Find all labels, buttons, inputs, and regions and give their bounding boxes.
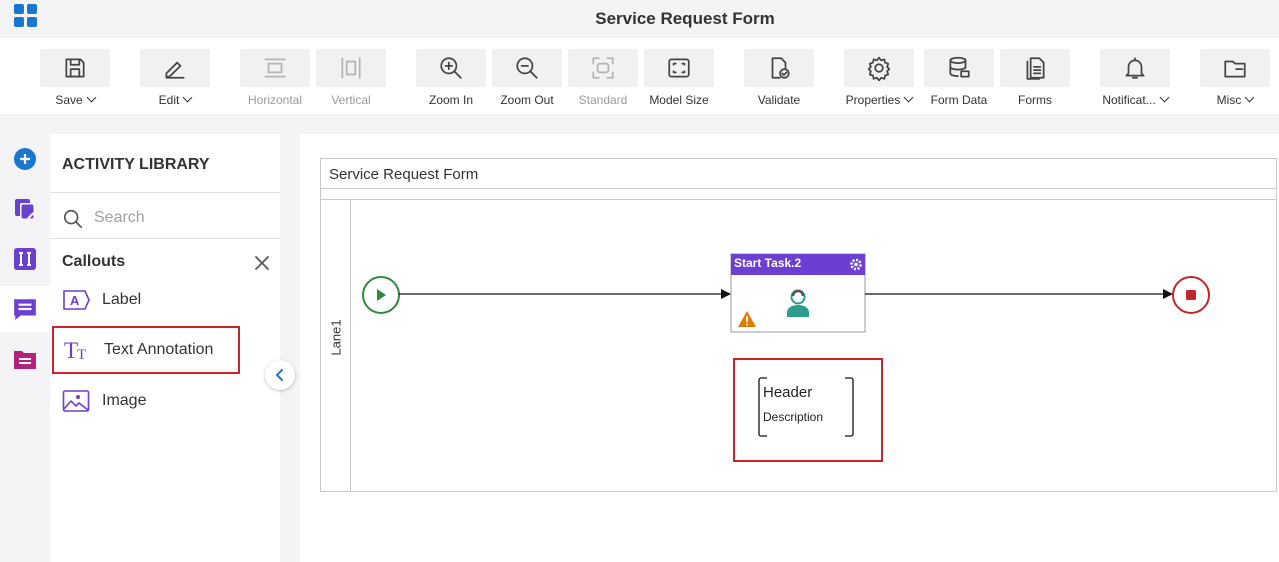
vertical-button[interactable]: Vertical <box>316 49 386 111</box>
library-title: ACTIVITY LIBRARY <box>62 156 210 173</box>
rail-add[interactable] <box>0 136 50 182</box>
add-circle-icon <box>14 148 36 170</box>
forms-icon <box>1026 57 1045 80</box>
end-event[interactable] <box>1172 276 1210 314</box>
lanes-icon <box>14 248 36 270</box>
chevron-down-icon <box>903 92 914 103</box>
rail-callouts[interactable] <box>0 286 50 332</box>
horizontal-icon <box>264 58 286 78</box>
library-item-text: Label <box>102 291 142 308</box>
misc-button[interactable]: Misc <box>1200 49 1270 111</box>
gear-icon <box>867 56 891 81</box>
edit-button[interactable]: Edit <box>140 49 210 111</box>
misc-label: Misc <box>1216 93 1242 107</box>
bell-icon <box>1125 57 1145 79</box>
activity-library: ACTIVITY LIBRARY Callouts A Label TT Tex… <box>50 134 280 562</box>
rail-pages[interactable] <box>0 186 50 232</box>
folder-icon <box>1224 60 1246 78</box>
forms-button[interactable]: Forms <box>1000 49 1070 111</box>
library-item-image[interactable]: Image <box>52 377 240 425</box>
notifications-button[interactable]: Notificat... <box>1100 49 1170 111</box>
notifications-label: Notificat... <box>1102 93 1156 107</box>
zoom-out-button[interactable]: Zoom Out <box>492 49 562 111</box>
standard-button[interactable]: Standard <box>568 49 638 111</box>
search-icon <box>63 209 83 229</box>
divider <box>50 238 280 239</box>
pages-icon <box>15 199 35 220</box>
chevron-down-icon <box>182 92 193 103</box>
zoom-out-icon <box>516 57 538 79</box>
model-size-icon <box>668 58 690 78</box>
left-rail <box>0 134 50 562</box>
task-title: Start Task.2 <box>734 256 802 270</box>
chevron-down-icon <box>86 92 97 103</box>
validate-button[interactable]: Validate <box>744 49 814 111</box>
divider <box>50 192 280 193</box>
model-size-button[interactable]: Model Size <box>644 49 714 111</box>
image-icon <box>62 390 90 412</box>
save-icon <box>65 58 85 78</box>
properties-button[interactable]: Properties <box>844 49 914 111</box>
section-title-callouts: Callouts <box>62 253 126 270</box>
edit-icon <box>165 61 185 79</box>
zoom-in-button[interactable]: Zoom In <box>416 49 486 111</box>
library-item-text: Image <box>102 392 147 409</box>
save-button[interactable]: Save <box>40 49 110 111</box>
vertical-label: Vertical <box>331 93 371 107</box>
svg-text:T: T <box>77 347 86 362</box>
close-icon[interactable] <box>254 255 270 271</box>
folder-list-icon <box>14 351 36 369</box>
page-title: Service Request Form <box>595 9 775 28</box>
start-event[interactable] <box>362 276 400 314</box>
process-diagram <box>362 253 1210 462</box>
library-item-text-annotation[interactable]: TT Text Annotation <box>52 326 240 374</box>
rail-lanes[interactable] <box>0 236 50 282</box>
process-canvas[interactable]: Service Request Form Lane1 Start Task.2 … <box>300 134 1279 562</box>
search-input[interactable] <box>94 206 264 230</box>
forms-label: Forms <box>1018 93 1052 107</box>
annotation-header[interactable]: Header <box>763 384 812 401</box>
standard-icon <box>592 57 614 79</box>
annotation-description[interactable]: Description <box>763 410 823 424</box>
zoom-in-icon <box>440 57 462 79</box>
form-data-button[interactable]: Form Data <box>924 49 994 111</box>
collapse-panel-button[interactable] <box>265 360 295 390</box>
validate-label: Validate <box>757 93 801 107</box>
text-annotation-icon: TT <box>64 338 86 362</box>
stop-icon <box>1186 290 1196 300</box>
rail-folder[interactable] <box>0 336 50 382</box>
chevron-down-icon <box>1244 92 1255 103</box>
svg-text:A: A <box>70 293 80 308</box>
toolbar: Save Edit Horizontal Vertical Zoom In Zo… <box>0 38 1279 114</box>
title-bar: Service Request Form <box>0 0 1279 38</box>
chevron-down-icon <box>1159 92 1170 103</box>
library-item-label[interactable]: A Label <box>52 276 240 324</box>
database-icon <box>949 56 970 78</box>
horizontal-button[interactable]: Horizontal <box>240 49 310 111</box>
model-size-label: Model Size <box>649 93 709 107</box>
chat-icon <box>14 299 36 320</box>
vertical-icon <box>341 57 361 79</box>
chevron-left-icon <box>275 369 283 381</box>
label-icon: A <box>63 290 90 310</box>
library-item-text: Text Annotation <box>104 341 214 358</box>
svg-text:T: T <box>64 338 78 362</box>
edit-label: Edit <box>158 93 180 107</box>
validate-icon <box>771 57 790 79</box>
save-label: Save <box>55 93 83 107</box>
properties-label: Properties <box>845 93 901 107</box>
